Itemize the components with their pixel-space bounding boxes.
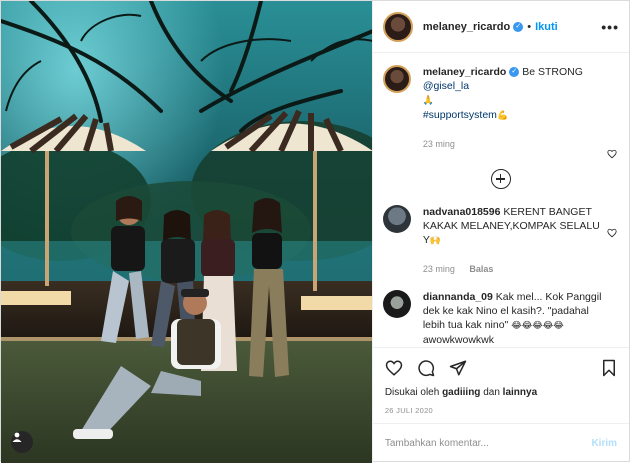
tagged-users-button[interactable]	[11, 431, 33, 453]
follow-button[interactable]: Ikuti	[535, 21, 558, 33]
liked-by-prefix: Disukai oleh	[384, 387, 440, 398]
comment-emoji: 🙌	[429, 236, 442, 246]
caption-mention[interactable]: @gisel_la	[423, 80, 469, 92]
comment-item: diannanda_09 Kak mel... Kok Panggil dek …	[382, 228, 619, 347]
share-paper-plane-icon[interactable]	[449, 359, 467, 377]
post-actions	[372, 347, 629, 387]
reply-button[interactable]: Balas	[469, 264, 493, 274]
caption-emoji: 🙏	[422, 96, 435, 106]
comment-body: nadvana018596 KERENT BANGET KAKAK MELANE…	[423, 205, 605, 276]
more-options-icon[interactable]: •••	[601, 19, 619, 35]
comment-tail: awowkwowkwk	[422, 334, 494, 346]
caption-avatar[interactable]	[382, 65, 411, 93]
verified-badge-icon: ✓	[509, 67, 520, 78]
hashtag-emoji: 💪	[496, 111, 509, 121]
load-more-comments[interactable]	[383, 169, 619, 189]
comment-username[interactable]: diannanda_09	[423, 291, 493, 303]
comment-item: nadvana018596 KERENT BANGET KAKAK MELANE…	[382, 149, 619, 276]
caption-username[interactable]: melaney_ricardo	[423, 66, 506, 78]
post-caption: melaney_ricardo ✓ Be STRONG @gisel_la 🙏 #…	[382, 65, 619, 151]
caption-timestamp: 23 ming	[422, 139, 455, 149]
verified-badge-icon: ✓	[513, 21, 524, 32]
heart-icon[interactable]	[607, 149, 617, 159]
author-avatar[interactable]	[382, 11, 413, 42]
comment-body: diannanda_09 Kak mel... Kok Panggil dek …	[423, 290, 605, 347]
caption-time: 23 ming	[423, 137, 619, 151]
author-username[interactable]: melaney_ricardo	[423, 21, 510, 33]
post-photo[interactable]	[1, 1, 372, 463]
comment-avatar[interactable]	[382, 205, 411, 233]
comment-meta: 23 ming Balas	[423, 262, 605, 276]
comment-bubble-icon[interactable]	[417, 359, 435, 377]
comment-avatar[interactable]	[382, 290, 411, 318]
instagram-post: melaney_ricardo ✓ • Ikuti ••• melaney_ri…	[0, 0, 630, 463]
user-icon	[12, 432, 22, 442]
header-separator: •	[527, 20, 532, 33]
comment-emoji: 😂😂😂😂😂	[511, 321, 564, 331]
liked-by-joiner: dan	[483, 387, 500, 398]
post-header: melaney_ricardo ✓ • Ikuti •••	[372, 1, 629, 53]
bookmark-icon[interactable]	[601, 359, 617, 377]
comments-list[interactable]: melaney_ricardo ✓ Be STRONG @gisel_la 🙏 #…	[373, 53, 629, 347]
add-comment-bar: Kirim	[372, 423, 629, 463]
photo-scene	[1, 1, 372, 463]
liked-by-user[interactable]: gadiiing	[442, 387, 480, 398]
comment-input[interactable]	[384, 438, 592, 449]
caption-hashtag[interactable]: #supportsystem	[423, 109, 497, 121]
liked-by-others[interactable]: lainnya	[503, 387, 537, 398]
comment-timestamp: 23 ming	[422, 264, 455, 274]
heart-icon[interactable]	[607, 228, 617, 238]
send-comment-button[interactable]: Kirim	[591, 438, 617, 449]
post-side-panel: melaney_ricardo ✓ • Ikuti ••• melaney_ri…	[371, 1, 629, 463]
caption-text: Be STRONG	[522, 66, 583, 78]
plus-circle-icon[interactable]	[490, 169, 511, 189]
like-heart-icon[interactable]	[385, 359, 403, 377]
post-date: 26 JULI 2020	[384, 406, 434, 415]
caption-body: melaney_ricardo ✓ Be STRONG @gisel_la 🙏 #…	[423, 65, 619, 151]
comment-username[interactable]: nadvana018596	[423, 206, 501, 218]
likes-summary: Disukai oleh gadiiing dan lainnya	[373, 387, 629, 398]
